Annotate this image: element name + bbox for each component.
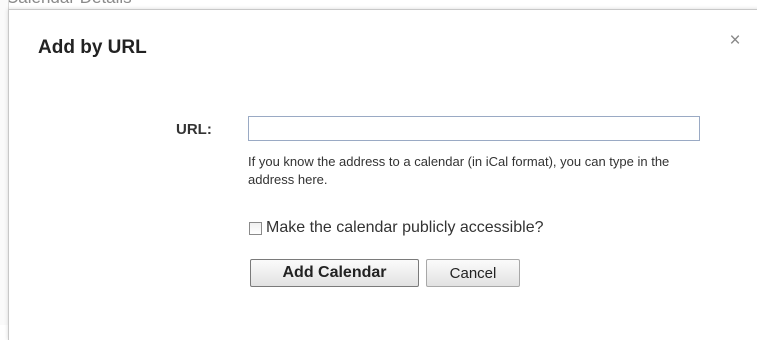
dialog-title: Add by URL [38, 37, 147, 58]
public-access-row[interactable]: Make the calendar publicly accessible? [249, 218, 543, 238]
background-heading: Calendar Details [6, 0, 132, 8]
cancel-button[interactable]: Cancel [426, 259, 520, 287]
public-access-checkbox[interactable] [249, 221, 262, 235]
url-help-text: If you know the address to a calendar (i… [248, 154, 670, 187]
public-access-label[interactable]: Make the calendar publicly accessible? [266, 219, 543, 237]
close-icon[interactable]: × [725, 31, 745, 51]
url-label: URL: [176, 121, 212, 138]
url-input[interactable] [248, 116, 700, 141]
add-calendar-button[interactable]: Add Calendar [250, 259, 419, 287]
add-by-url-dialog: Add by URL × URL: If you know the addres… [8, 9, 757, 340]
